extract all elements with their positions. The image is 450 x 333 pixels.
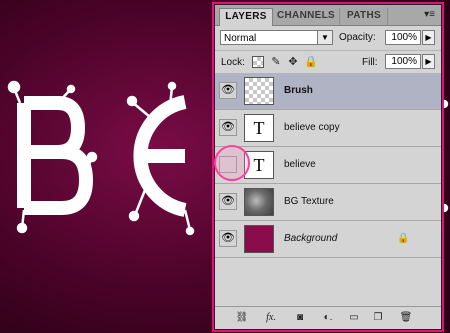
opacity-field[interactable]: 100%: [385, 30, 421, 45]
panel-menu-icon[interactable]: ▾≡: [424, 9, 435, 20]
layer-name: believe copy: [284, 122, 340, 133]
layer-row-background[interactable]: 👁 Background 🔒: [215, 221, 441, 258]
text-layer-icon: T: [244, 114, 274, 142]
lock-fill-row: Lock: ✎ ✥ 🔒 Fill: 100% ▶: [215, 51, 441, 74]
lock-icon: 🔒: [397, 233, 410, 244]
link-layers-icon[interactable]: ⛓: [233, 311, 251, 325]
eye-icon[interactable]: 👁: [219, 82, 237, 99]
tab-paths[interactable]: PATHS: [341, 8, 388, 25]
blend-mode-value: Normal: [224, 33, 257, 44]
layer-mask-icon[interactable]: ◙: [293, 311, 307, 325]
layer-thumbnail: [244, 188, 274, 216]
layer-thumbnail: [244, 77, 274, 105]
fill-label: Fill:: [362, 57, 378, 68]
blend-opacity-row: Normal ▼ Opacity: 100% ▶: [215, 26, 441, 51]
layer-name: Background: [284, 233, 338, 244]
lock-label: Lock:: [221, 57, 245, 68]
layer-row-believe-copy[interactable]: 👁 T believe copy: [215, 110, 441, 147]
lock-brush-icon[interactable]: ✎: [270, 56, 282, 68]
lock-transparency-icon[interactable]: [252, 56, 264, 68]
layer-name: BG Texture: [284, 196, 334, 207]
panel-footer: ⛓ fx. ◙ ◐. ▭ ❐ 🗑: [215, 306, 441, 329]
fill-arrow-icon[interactable]: ▶: [422, 54, 435, 69]
eye-icon[interactable]: 👁: [219, 230, 237, 247]
adjustment-layer-icon[interactable]: ◐.: [319, 311, 337, 325]
fill-field[interactable]: 100%: [385, 54, 421, 69]
eye-icon[interactable]: 👁: [219, 119, 237, 136]
opacity-arrow-icon[interactable]: ▶: [422, 30, 435, 45]
chevron-down-icon[interactable]: ▼: [317, 31, 332, 44]
layer-row-bg-texture[interactable]: 👁 BG Texture: [215, 184, 441, 221]
new-layer-icon[interactable]: ❐: [371, 311, 385, 325]
layer-name: Brush: [284, 85, 313, 96]
layer-row-brush[interactable]: 👁 Brush: [215, 73, 441, 110]
tab-channels[interactable]: CHANNELS: [273, 8, 340, 25]
eye-icon[interactable]: 👁: [219, 193, 237, 210]
opacity-label: Opacity:: [339, 32, 376, 43]
layer-style-icon[interactable]: fx.: [261, 311, 281, 325]
layer-name: believe: [284, 159, 316, 170]
panel-tab-bar: LAYERS CHANNELS PATHS ▾≡: [215, 5, 441, 26]
new-group-icon[interactable]: ▭: [347, 311, 361, 325]
lock-move-icon[interactable]: ✥: [287, 56, 299, 68]
layer-thumbnail: [244, 225, 274, 253]
tab-layers[interactable]: LAYERS: [219, 8, 273, 26]
trash-icon[interactable]: 🗑: [399, 311, 413, 325]
highlight-circle: [214, 145, 250, 181]
lock-all-icon[interactable]: 🔒: [304, 56, 318, 68]
blend-mode-select[interactable]: Normal ▼: [220, 30, 333, 45]
